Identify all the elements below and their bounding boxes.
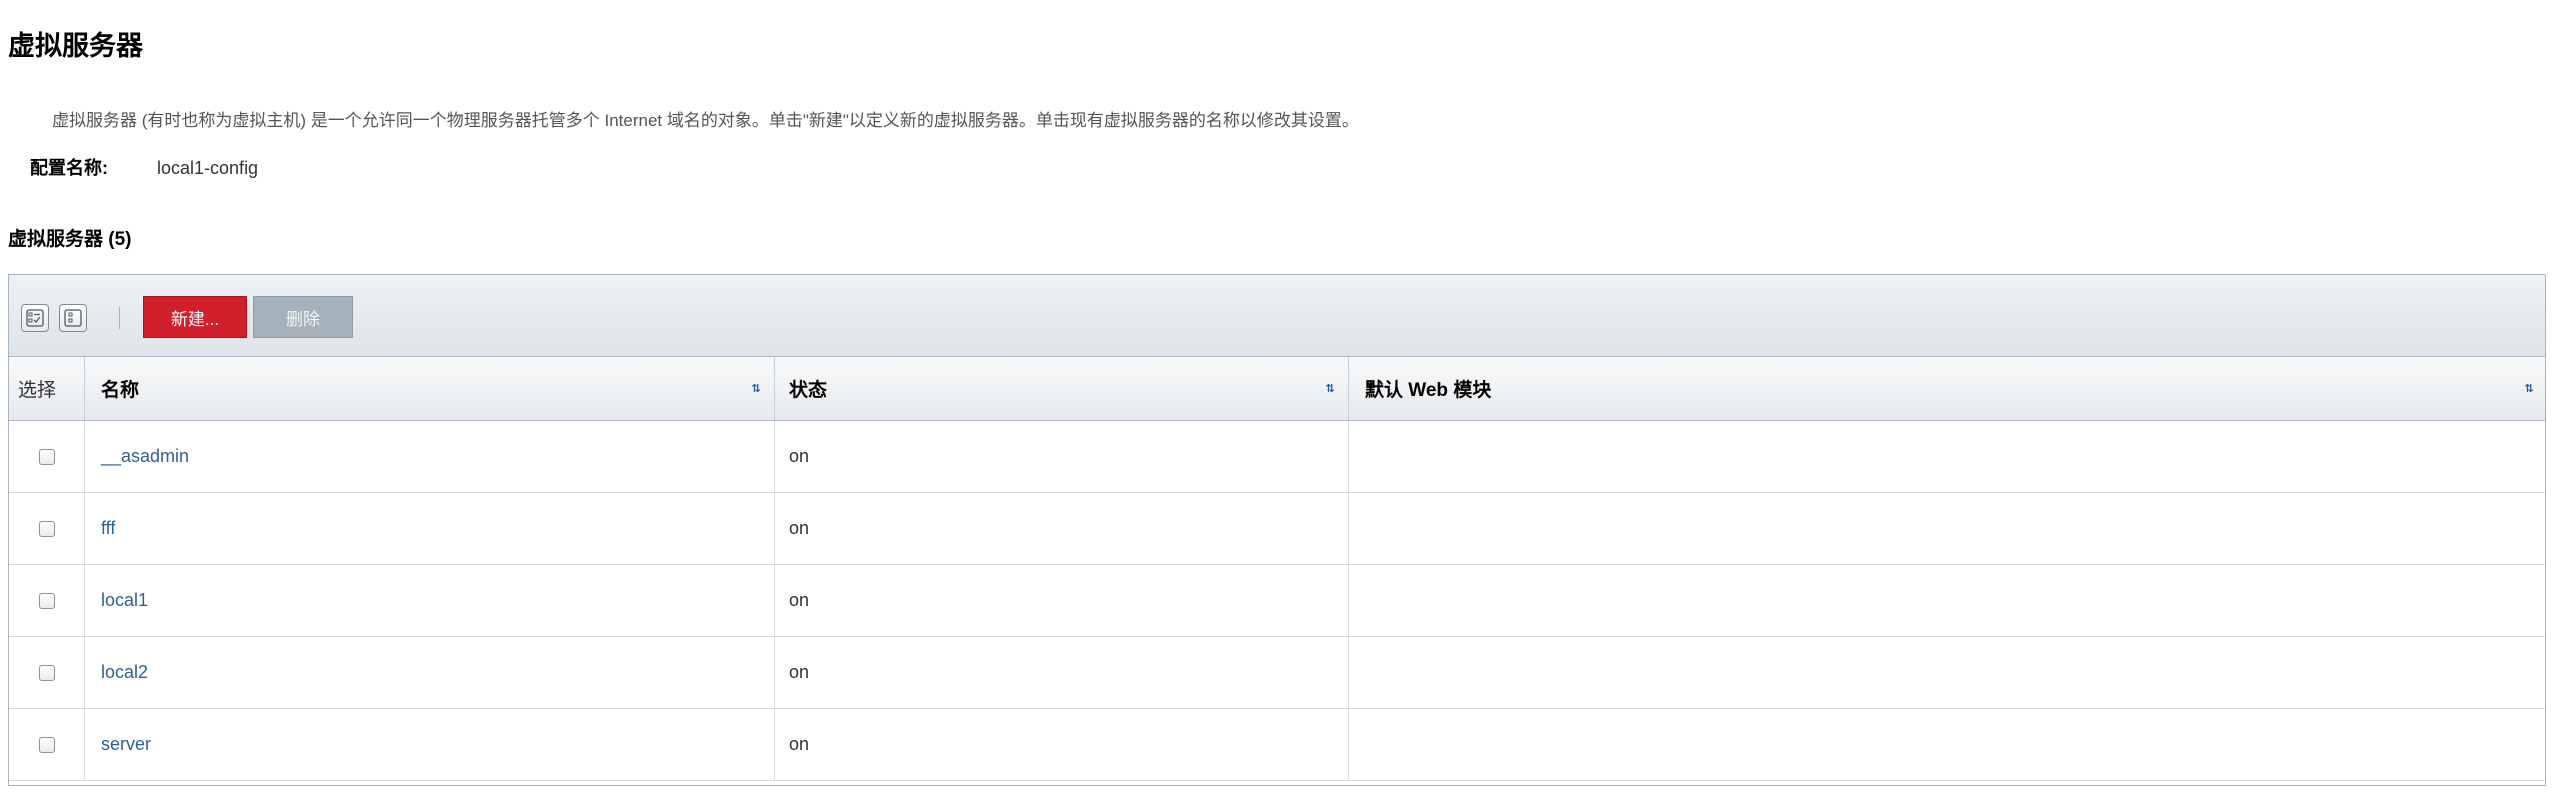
page-help-text: 虚拟服务器 (有时也称为虚拟主机) 是一个允许同一个物理服务器托管多个 Inte… <box>52 111 1359 130</box>
server-name-link[interactable]: server <box>101 734 151 755</box>
table-title: 虚拟服务器 (5) <box>8 229 132 250</box>
server-name-link[interactable]: local1 <box>101 590 148 611</box>
virtual-servers-table: 新建... 删除 选择 名称 ⇅ 状态 ⇅ 默认 Web 模块 ⇅ __asad… <box>8 274 2546 786</box>
sort-icon[interactable]: ⇅ <box>748 381 764 397</box>
server-state: on <box>775 493 1349 564</box>
header-default-web-module-label: 默认 Web 模块 <box>1365 380 1492 401</box>
header-select: 选择 <box>9 357 85 420</box>
row-checkbox[interactable] <box>38 592 55 609</box>
row-checkbox[interactable] <box>38 520 55 537</box>
table-row: fff on <box>9 493 2545 565</box>
table-row: local2 on <box>9 637 2545 709</box>
server-default-web-module <box>1349 421 2547 492</box>
header-name-label: 名称 <box>101 380 140 401</box>
delete-button[interactable]: 删除 <box>253 296 353 338</box>
select-all-icon <box>26 309 44 327</box>
toolbar-separator <box>119 307 120 329</box>
header-state-label: 状态 <box>789 380 828 401</box>
config-name-value: local1-config <box>157 158 259 178</box>
header-default-web-module[interactable]: 默认 Web 模块 ⇅ <box>1349 357 2547 420</box>
server-default-web-module <box>1349 709 2547 780</box>
select-all-button[interactable] <box>21 304 49 332</box>
table-header: 选择 名称 ⇅ 状态 ⇅ 默认 Web 模块 ⇅ <box>9 357 2545 421</box>
server-state: on <box>775 565 1349 636</box>
row-checkbox[interactable] <box>38 664 55 681</box>
server-state: on <box>775 637 1349 708</box>
row-checkbox[interactable] <box>38 448 55 465</box>
row-checkbox[interactable] <box>38 736 55 753</box>
server-name-link[interactable]: local2 <box>101 662 148 683</box>
config-name-label: 配置名称: <box>30 158 108 178</box>
table-row: local1 on <box>9 565 2545 637</box>
deselect-all-icon <box>64 309 82 327</box>
deselect-all-button[interactable] <box>59 304 87 332</box>
config-name-row: 配置名称: local1-config <box>30 154 258 180</box>
sort-icon[interactable]: ⇅ <box>1322 381 1338 397</box>
table-toolbar: 新建... 删除 <box>9 275 2545 357</box>
table-row: __asadmin on <box>9 421 2545 493</box>
server-default-web-module <box>1349 637 2547 708</box>
server-state: on <box>775 709 1349 780</box>
header-name[interactable]: 名称 ⇅ <box>85 357 775 420</box>
server-default-web-module <box>1349 565 2547 636</box>
page-title: 虚拟服务器 <box>8 31 143 61</box>
server-name-link[interactable]: fff <box>101 518 115 539</box>
sort-icon[interactable]: ⇅ <box>2521 381 2537 397</box>
table-row: server on <box>9 709 2545 781</box>
server-state: on <box>775 421 1349 492</box>
server-default-web-module <box>1349 493 2547 564</box>
server-name-link[interactable]: __asadmin <box>101 446 189 467</box>
header-state[interactable]: 状态 ⇅ <box>775 357 1349 420</box>
new-button[interactable]: 新建... <box>143 296 247 338</box>
